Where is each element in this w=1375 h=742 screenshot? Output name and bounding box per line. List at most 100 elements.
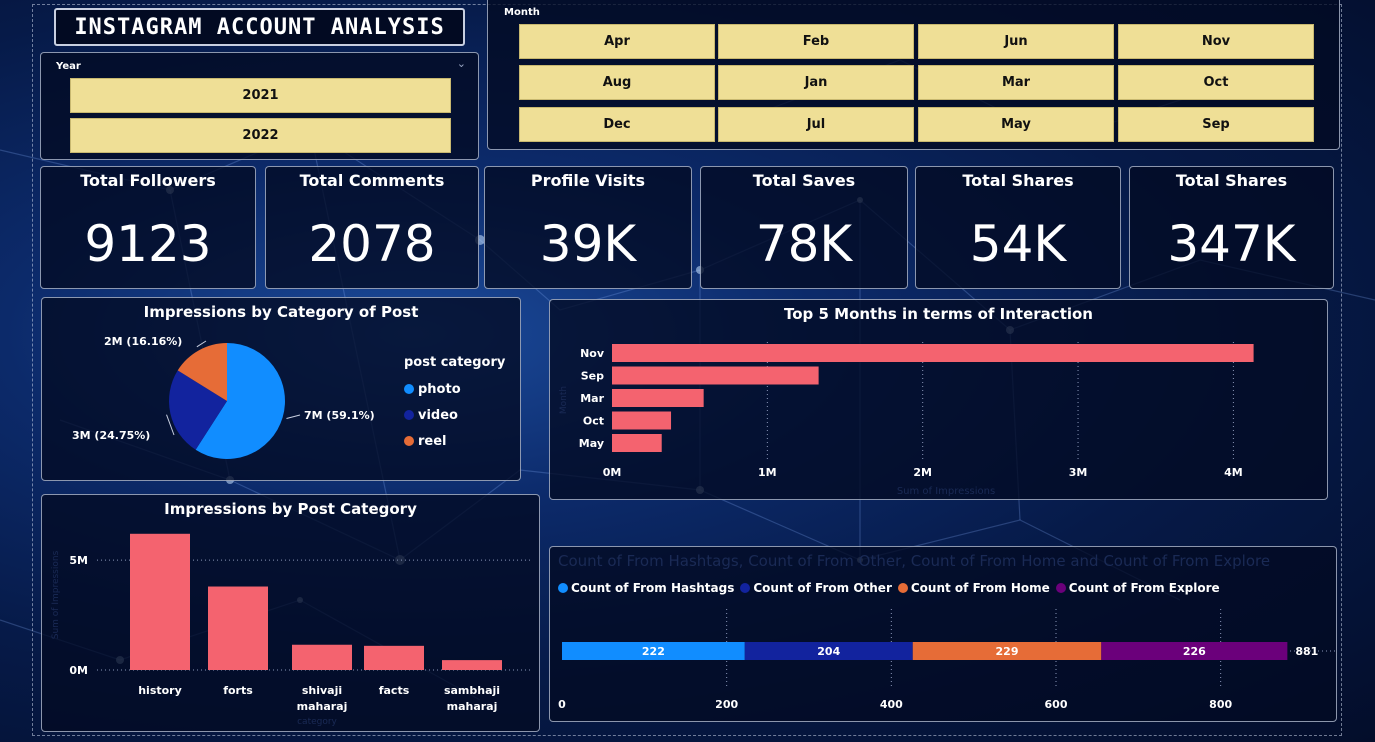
x-tick-label: 1M (758, 466, 777, 479)
pie-leader-line (286, 414, 301, 419)
kpi-card-total-saves: Total Saves 78K (700, 166, 908, 289)
bar-oct[interactable] (612, 411, 672, 430)
legend-label: reel (418, 433, 447, 449)
bar-facts[interactable] (364, 645, 424, 670)
x-tick-label: 200 (715, 698, 738, 711)
total-label: 881 (1295, 645, 1318, 658)
x-tick-label: sambhaji maharaj (444, 684, 500, 713)
y-tick-label: 5M (69, 554, 88, 567)
month-option-may[interactable]: May (918, 107, 1114, 142)
pie-data-label: 2M (16.16%) (104, 335, 182, 348)
x-tick-label: shivaji maharaj (297, 684, 348, 713)
month-option-jun[interactable]: Jun (918, 24, 1114, 59)
x-tick-label: 4M (1224, 466, 1243, 479)
segment-data-label: 222 (642, 645, 665, 658)
month-slicer-label: Month (504, 7, 540, 18)
year-option-2022[interactable]: 2022 (70, 118, 451, 153)
bar-history[interactable] (130, 533, 190, 670)
kpi-value: 54K (969, 215, 1067, 273)
month-option-jan[interactable]: Jan (718, 65, 914, 100)
x-tick-label: 600 (1045, 698, 1068, 711)
legend-dot-icon (404, 384, 414, 394)
segment-data-label: 204 (817, 645, 840, 658)
year-option-2021[interactable]: 2021 (70, 78, 451, 113)
y-tick-label: May (579, 437, 604, 450)
pie-data-label: 7M (59.1%) (304, 409, 375, 422)
legend-dot-icon (404, 410, 414, 420)
bar-shivaji-maharaj[interactable] (292, 644, 352, 670)
y-axis-title: Month (559, 386, 569, 414)
y-tick-label: Sep (581, 370, 604, 383)
kpi-card-total-followers: Total Followers 9123 (40, 166, 256, 289)
legend-item-photo[interactable]: photo (404, 376, 461, 402)
y-tick-label: Oct (583, 415, 604, 428)
bar-nov[interactable] (612, 344, 1254, 362)
x-axis-title: category (297, 717, 337, 727)
x-tick-label: 400 (880, 698, 903, 711)
pie-legend-title: post category (404, 355, 506, 370)
x-tick-label: history (138, 684, 182, 697)
kpi-value: 78K (755, 215, 853, 273)
kpi-card-total-shares-2: Total Shares 347K (1129, 166, 1334, 289)
post-category-chart: 0M 5M history forts shivaji maharaj facts sambh… (51, 533, 530, 727)
segment-data-label: 229 (996, 645, 1019, 658)
chevron-down-icon[interactable]: ⌄ (457, 57, 466, 70)
kpi-card-total-shares: Total Shares 54K (915, 166, 1121, 289)
top-months-chart: 0M 1M 2M 3M 4M Nov Sep Mar Oct May Sum of Impressi… (559, 342, 1254, 497)
legend-dot-icon (404, 436, 414, 446)
dashboard-title: INSTAGRAM ACCOUNT ANALYSIS (54, 8, 465, 46)
x-axis-title: Sum of Impressions (897, 486, 995, 497)
x-tick-label: 800 (1209, 698, 1232, 711)
top-months-panel: Top 5 Months in terms of Interaction 0M 1… (549, 299, 1328, 500)
kpi-title: Total Shares (962, 171, 1074, 190)
stacked-bar-chart: 0 200 400 600 800 222 204 229 226 881 (558, 609, 1336, 711)
kpi-title: Profile Visits (530, 171, 646, 190)
y-tick-label: Nov (580, 347, 605, 360)
x-tick-label: 0M (603, 466, 622, 479)
month-slicer: Month Apr Feb Jun Nov Aug Jan Mar Oct Dec Jul May S… (487, 0, 1340, 150)
x-tick-label: 0 (558, 698, 566, 711)
x-tick-label: facts (379, 684, 410, 697)
legend-label: video (418, 407, 458, 423)
x-tick-label: 3M (1069, 466, 1088, 479)
month-option-dec[interactable]: Dec (519, 107, 715, 142)
y-tick-label: 0M (69, 664, 88, 677)
kpi-value: 347K (1167, 215, 1296, 273)
month-option-feb[interactable]: Feb (718, 24, 914, 59)
month-option-mar[interactable]: Mar (918, 65, 1114, 100)
bar-may[interactable] (612, 434, 662, 452)
pie-legend: photo video reel (404, 376, 461, 454)
kpi-card-total-comments: Total Comments 2078 (265, 166, 479, 289)
bar-mar[interactable] (612, 389, 704, 407)
month-option-nov[interactable]: Nov (1118, 24, 1314, 59)
y-axis-title: Sum of Impressions (51, 550, 61, 639)
bar-sep[interactable] (612, 366, 819, 385)
legend-item-video[interactable]: video (404, 402, 461, 428)
kpi-title: Total Shares (1175, 171, 1288, 190)
source-counts-panel: Count of From Hashtags, Count of From Ot… (549, 546, 1337, 722)
kpi-value: 9123 (84, 215, 212, 273)
kpi-value: 2078 (308, 215, 436, 273)
kpi-title: Total Followers (80, 171, 216, 190)
month-option-oct[interactable]: Oct (1118, 65, 1314, 100)
x-tick-label: forts (223, 684, 253, 697)
segment-data-label: 226 (1183, 645, 1206, 658)
kpi-value: 39K (539, 215, 637, 273)
year-slicer: Year ⌄ 2021 2022 (40, 52, 479, 160)
bar-forts[interactable] (208, 586, 268, 670)
month-option-sep[interactable]: Sep (1118, 107, 1314, 142)
y-tick-label: Mar (580, 392, 604, 405)
month-option-jul[interactable]: Jul (718, 107, 914, 142)
legend-label: photo (418, 381, 461, 397)
kpi-title: Total Saves (752, 171, 856, 190)
post-category-panel: Impressions by Post Category 0M 5M history… (41, 494, 540, 732)
impressions-by-category-panel: Impressions by Category of Post 7M (59.1… (41, 297, 521, 481)
year-slicer-label: Year (56, 61, 81, 72)
month-option-apr[interactable]: Apr (519, 24, 715, 59)
pie-data-label: 3M (24.75%) (72, 429, 150, 442)
kpi-card-profile-visits: Profile Visits 39K (484, 166, 692, 289)
legend-item-reel[interactable]: reel (404, 428, 461, 454)
month-option-aug[interactable]: Aug (519, 65, 715, 100)
x-tick-label: 2M (913, 466, 932, 479)
bar-sambhaji-maharaj[interactable] (442, 660, 502, 670)
